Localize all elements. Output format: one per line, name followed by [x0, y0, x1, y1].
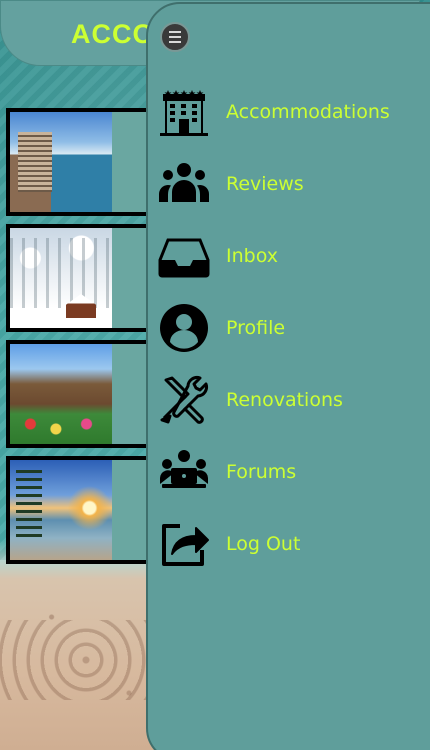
- listing-card[interactable]: [6, 108, 156, 216]
- users-group-icon: [158, 158, 210, 210]
- nav-item-profile[interactable]: Profile: [158, 292, 390, 364]
- menu-toggle-button[interactable]: [160, 22, 190, 52]
- hamburger-icon: [169, 36, 181, 38]
- hamburger-icon: [169, 41, 181, 43]
- listing-list: [6, 108, 156, 572]
- listing-photo-snow-cabin: [10, 228, 112, 328]
- page-title: ACCO: [71, 19, 155, 49]
- listing-card[interactable]: [6, 224, 156, 332]
- inbox-icon: [158, 230, 210, 282]
- nav-label-accommodations: Accommodations: [226, 101, 390, 123]
- tools-icon: [158, 374, 210, 426]
- listing-card[interactable]: [6, 340, 156, 448]
- listing-photo-garden-village: [10, 344, 112, 444]
- hotel-icon: [158, 86, 210, 138]
- nav-label-reviews: Reviews: [226, 173, 304, 195]
- listing-photo-palm-beach: [10, 460, 112, 560]
- nav-label-forums: Forums: [226, 461, 297, 483]
- listing-card[interactable]: [6, 456, 156, 564]
- nav-item-reviews[interactable]: Reviews: [158, 148, 390, 220]
- nav-label-logout: Log Out: [226, 533, 301, 555]
- drawer-nav: Accommodations Reviews Inbox Profile Ren…: [158, 76, 390, 580]
- user-circle-icon: [158, 302, 210, 354]
- nav-item-inbox[interactable]: Inbox: [158, 220, 390, 292]
- nav-item-logout[interactable]: Log Out: [158, 508, 390, 580]
- side-drawer: Accommodations Reviews Inbox Profile Ren…: [146, 2, 430, 750]
- hamburger-icon: [169, 31, 181, 33]
- listing-photo-resort: [10, 112, 112, 212]
- nav-item-accommodations[interactable]: Accommodations: [158, 76, 390, 148]
- nav-label-profile: Profile: [226, 317, 286, 339]
- logout-share-icon: [158, 518, 210, 570]
- nav-item-renovations[interactable]: Renovations: [158, 364, 390, 436]
- nav-label-renovations: Renovations: [226, 389, 343, 411]
- forum-laptop-icon: [158, 446, 210, 498]
- nav-label-inbox: Inbox: [226, 245, 278, 267]
- nav-item-forums[interactable]: Forums: [158, 436, 390, 508]
